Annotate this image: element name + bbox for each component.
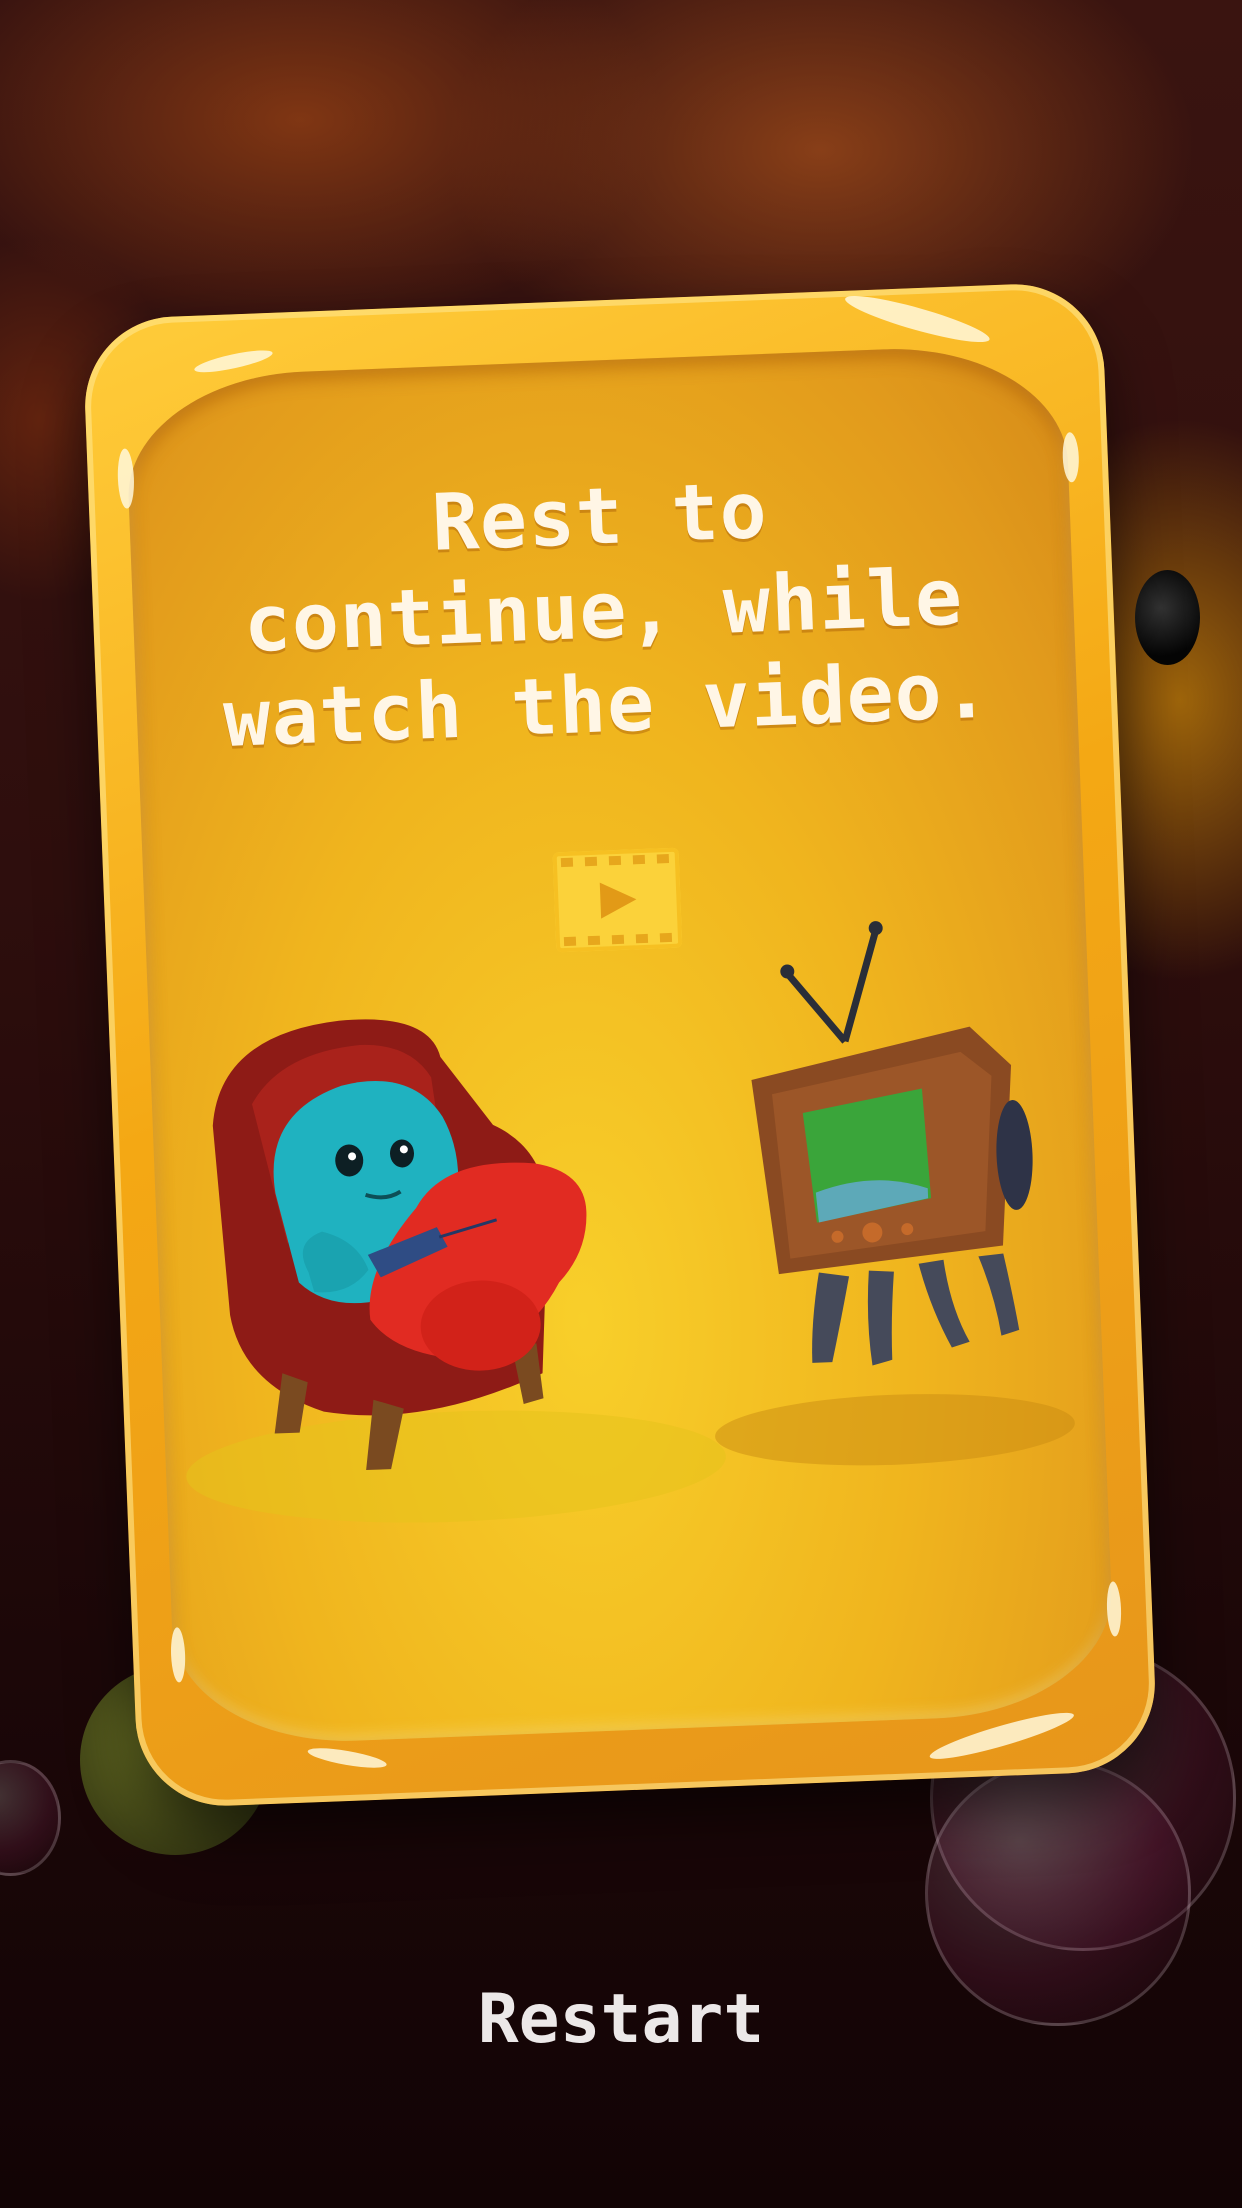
card-shine bbox=[192, 346, 275, 377]
card-shine bbox=[1105, 1581, 1123, 1637]
rest-dialog-card: Rest to continue, while watch the video. bbox=[81, 280, 1159, 1810]
background-bubble bbox=[0, 1760, 61, 1876]
card-shine bbox=[842, 288, 993, 351]
restart-button[interactable]: Restart bbox=[421, 1970, 821, 2070]
card-shine bbox=[306, 1744, 388, 1772]
game-screen: Rest to continue, while watch the video. bbox=[0, 0, 1242, 2208]
tv-creature bbox=[751, 921, 1033, 1366]
background-eye bbox=[1135, 570, 1200, 665]
background-bubble bbox=[925, 1760, 1191, 2026]
resting-character-illustration bbox=[186, 921, 1075, 1523]
rest-message: Rest to continue, while watch the video. bbox=[221, 465, 993, 765]
